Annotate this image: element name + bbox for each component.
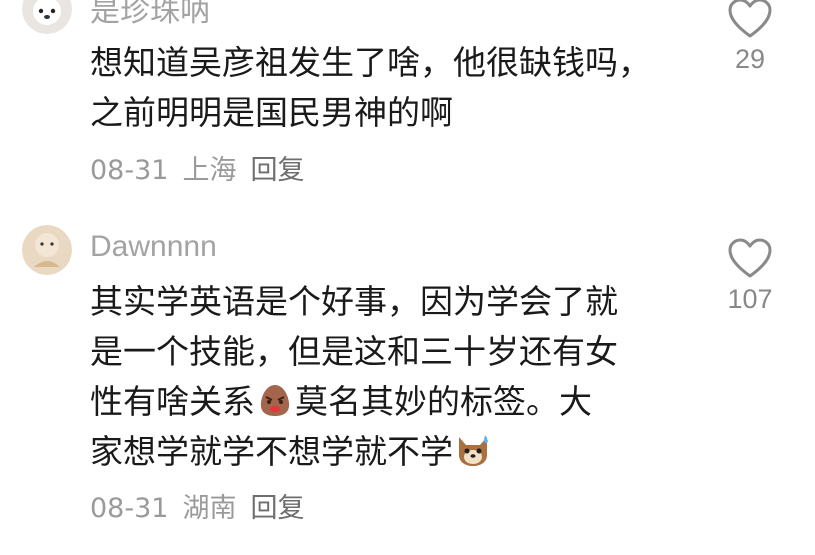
like-count: 107 — [727, 284, 773, 314]
username[interactable]: Dawnnnn — [90, 230, 217, 264]
username[interactable]: 是珍珠呐 — [90, 0, 210, 30]
heart-icon — [728, 238, 772, 278]
avatar[interactable] — [22, 225, 72, 275]
like-button[interactable]: 29 — [715, 0, 785, 75]
avatar[interactable] — [22, 0, 72, 34]
comment-meta: 08-31 上海 回复 — [90, 148, 318, 187]
reply-button[interactable]: 回复 — [250, 493, 304, 524]
like-button[interactable]: 107 — [715, 236, 785, 315]
comment-date: 08-31 — [90, 493, 169, 524]
comment-date: 08-31 — [90, 155, 169, 186]
comment-text: 其实学英语是个好事，因为学会了就 是一个技能，但是这和三十岁还有女 性有啥关系莫… — [90, 277, 690, 477]
angry-face-emoji-icon — [256, 381, 294, 419]
comment-location: 上海 — [182, 155, 237, 186]
comment-location: 湖南 — [182, 493, 237, 524]
comment-meta: 08-31 湖南 回复 — [90, 486, 318, 525]
comment-item: Dawnnnn 其实学英语是个好事，因为学会了就 是一个技能，但是这和三十岁还有… — [0, 220, 815, 550]
like-count: 29 — [734, 44, 766, 74]
reply-button[interactable]: 回复 — [250, 155, 304, 186]
comment-text: 想知道吴彦祖发生了啥，他很缺钱吗， 之前明明是国民男神的啊 — [90, 43, 651, 132]
comment-item: 是珍珠呐 想知道吴彦祖发生了啥，他很缺钱吗， 之前明明是国民男神的啊 08-31… — [0, 0, 815, 200]
heart-icon — [728, 0, 772, 38]
dog-sweat-emoji-icon — [454, 431, 492, 469]
